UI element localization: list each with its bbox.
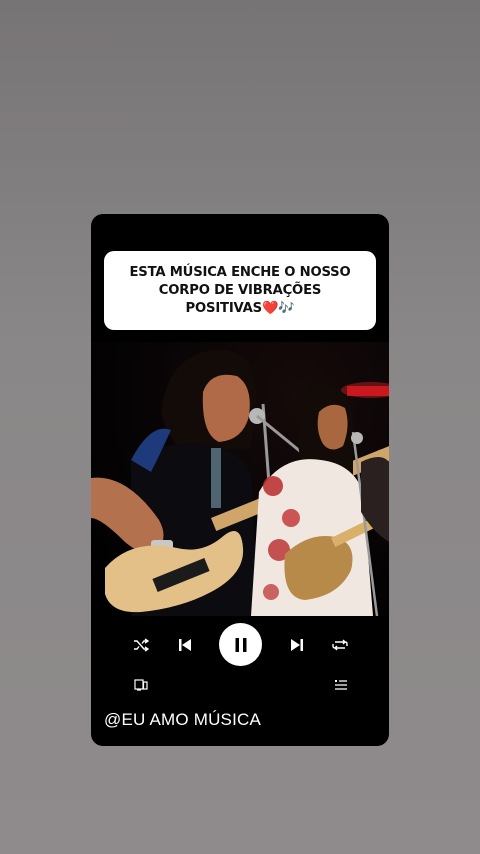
previous-icon[interactable] bbox=[175, 635, 195, 655]
pause-icon bbox=[235, 637, 246, 652]
channel-handle: @EU AMO MÚSICA bbox=[104, 710, 262, 729]
caption-box: ESTA MÚSICA ENCHE O NOSSO CORPO DE VIBRA… bbox=[104, 251, 376, 330]
connect-device-icon[interactable] bbox=[132, 677, 150, 693]
caption-line-3: POSITIVAS bbox=[185, 300, 263, 316]
secondary-controls bbox=[91, 674, 389, 698]
heart-emoji: ❤️ bbox=[261, 300, 279, 316]
next-icon[interactable] bbox=[287, 635, 307, 655]
queue-icon[interactable] bbox=[332, 677, 350, 693]
video-frame[interactable] bbox=[91, 342, 389, 616]
caption-line-2: CORPO DE VIBRAÇÕES bbox=[158, 282, 322, 298]
player-controls bbox=[91, 620, 389, 670]
music-notes-emoji: 🎶 bbox=[278, 300, 295, 316]
repeat-icon[interactable] bbox=[330, 635, 350, 655]
video-card: ESTA MÚSICA ENCHE O NOSSO CORPO DE VIBRA… bbox=[91, 214, 389, 746]
pause-button[interactable] bbox=[219, 623, 262, 666]
caption-line-1: ESTA MÚSICA ENCHE O NOSSO bbox=[129, 264, 351, 280]
band-scene-image bbox=[91, 350, 389, 616]
caption-text: ESTA MÚSICA ENCHE O NOSSO CORPO DE VIBRA… bbox=[129, 264, 350, 318]
shuffle-icon[interactable] bbox=[131, 636, 151, 654]
